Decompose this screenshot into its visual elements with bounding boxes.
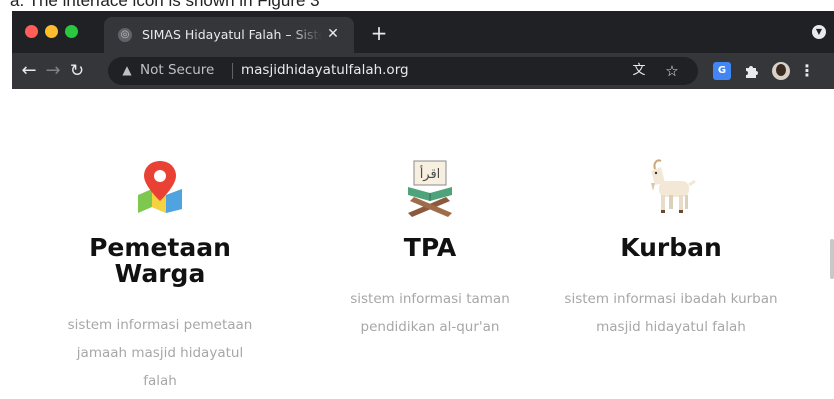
tab-simas[interactable]: ◎ SIMAS Hidayatul Falah – Sistem Informa… bbox=[104, 17, 354, 53]
feature-title: Kurban bbox=[620, 233, 722, 262]
avatar-face-icon bbox=[776, 64, 786, 76]
scrollbar-thumb[interactable] bbox=[830, 239, 834, 279]
back-arrow-icon[interactable]: ← bbox=[18, 60, 40, 82]
reload-icon[interactable]: ↻ bbox=[66, 60, 88, 82]
close-window-button[interactable] bbox=[25, 25, 38, 38]
page-content: Pemetaan Warga sistem informasi pemetaan… bbox=[12, 89, 834, 399]
profile-avatar[interactable] bbox=[772, 62, 790, 80]
caption-text: a. The interface icon is shown in Figure… bbox=[10, 0, 320, 10]
browser-window: ◎ SIMAS Hidayatul Falah – Sistem Informa… bbox=[12, 11, 834, 399]
feature-description: sistem informasi ibadah kurban masjid hi… bbox=[564, 291, 778, 335]
goat-icon bbox=[641, 157, 701, 221]
browser-toolbar: ← → ↻ ▲ Not Secure masjidhidayatulfalah.… bbox=[12, 53, 834, 89]
bookmark-star-icon[interactable]: ☆ bbox=[663, 62, 681, 80]
new-tab-plus-icon[interactable]: + bbox=[369, 23, 389, 43]
minimize-window-button[interactable] bbox=[45, 25, 58, 38]
tab-strip: ◎ SIMAS Hidayatul Falah – Sistem Informa… bbox=[12, 11, 834, 53]
close-tab-icon[interactable]: ✕ bbox=[324, 25, 342, 43]
figure-caption: a. The interface icon is shown in Figure… bbox=[0, 0, 834, 11]
quran-icon: اقرأ bbox=[400, 157, 460, 221]
feature-description: sistem informasi pemetaan jamaah masjid … bbox=[67, 317, 253, 389]
forward-arrow-icon[interactable]: → bbox=[42, 60, 64, 82]
url-text[interactable]: masjidhidayatulfalah.org bbox=[241, 62, 409, 78]
chevron-down-icon[interactable]: ▼ bbox=[812, 25, 826, 39]
maximize-window-button[interactable] bbox=[65, 25, 78, 38]
url-divider bbox=[232, 63, 233, 79]
map-pin-icon bbox=[132, 157, 188, 217]
feature-kurban[interactable]: Kurban sistem informasi ibadah kurban ma… bbox=[560, 89, 782, 399]
feature-tpa[interactable]: اقرأ TPA sistem informasi taman pendidik… bbox=[310, 89, 550, 399]
feature-title: TPA bbox=[403, 233, 457, 262]
tab-title: SIMAS Hidayatul Falah – Sistem Informasi… bbox=[142, 27, 322, 42]
globe-icon: ◎ bbox=[118, 28, 132, 42]
quran-icon-text: اقرأ bbox=[420, 165, 441, 182]
warning-icon[interactable]: ▲ bbox=[120, 63, 134, 77]
extensions-puzzle-icon[interactable] bbox=[742, 62, 760, 80]
feature-title: Pemetaan Warga bbox=[89, 233, 231, 288]
security-label[interactable]: Not Secure bbox=[140, 62, 214, 78]
translate-icon[interactable]: 文 bbox=[630, 62, 648, 80]
feature-pemetaan-warga[interactable]: Pemetaan Warga sistem informasi pemetaan… bbox=[40, 89, 280, 399]
feature-description: sistem informasi taman pendidikan al-qur… bbox=[350, 291, 510, 335]
translate-extension-icon[interactable]: G bbox=[713, 62, 731, 80]
address-bar[interactable]: ▲ Not Secure masjidhidayatulfalah.org 文 … bbox=[108, 57, 698, 85]
kebab-menu-icon[interactable]: ⋮ bbox=[798, 62, 816, 80]
